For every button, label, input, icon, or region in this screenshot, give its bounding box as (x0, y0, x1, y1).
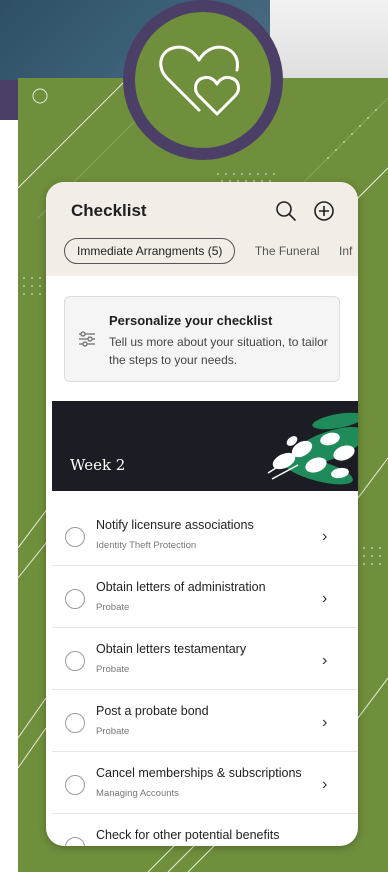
week-label: Week 2 (70, 456, 126, 474)
chevron-right-icon: › (322, 776, 328, 793)
list-item[interactable]: Post a probate bond Probate › (52, 690, 358, 752)
item-title: Obtain letters testamentary (96, 642, 247, 656)
checkbox[interactable] (65, 651, 85, 671)
sliders-icon (77, 330, 97, 353)
flowers-illustration (267, 412, 358, 485)
badge-inner (135, 12, 271, 148)
tab-the-funeral[interactable]: The Funeral (255, 239, 320, 263)
list-item[interactable]: Cancel memberships & subscriptions Manag… (52, 752, 358, 814)
item-title: Notify licensure associations (96, 518, 254, 532)
item-category: Probate (96, 602, 130, 613)
search-icon (276, 201, 296, 221)
checkbox[interactable] (65, 775, 85, 795)
app-badge (123, 0, 283, 160)
item-category: Probate (96, 664, 130, 675)
search-button[interactable] (274, 199, 298, 223)
header: Checklist Immediate Arrangments (5) The … (46, 182, 358, 276)
list-item[interactable]: Notify licensure associations Identity T… (52, 504, 358, 566)
personalize-description: Tell us more about your situation, to ta… (109, 335, 328, 367)
item-title: Post a probate bond (96, 704, 209, 718)
chevron-right-icon: › (322, 590, 328, 607)
item-category: Identity Theft Protection (96, 540, 197, 551)
item-title: Cancel memberships & subscriptions (96, 766, 302, 780)
checkbox[interactable] (65, 589, 85, 609)
item-title: Obtain letters of administration (96, 580, 266, 594)
tab-immediate-arrangements[interactable]: Immediate Arrangments (5) (64, 238, 236, 264)
item-category: Probate (96, 726, 130, 737)
list-item[interactable]: Obtain letters of administration Probate… (52, 566, 358, 628)
item-title: Check for other potential benefits (96, 828, 280, 842)
tab-bar: Immediate Arrangments (5) The Funeral In… (64, 238, 358, 264)
item-category: Managing Accounts (96, 788, 179, 799)
personalize-title: Personalize your checklist (109, 313, 273, 328)
checkbox[interactable] (65, 527, 85, 547)
checklist-items: Notify licensure associations Identity T… (52, 504, 358, 846)
page-title: Checklist (71, 201, 147, 220)
chevron-right-icon: › (322, 652, 328, 669)
checkbox[interactable] (65, 713, 85, 733)
checkbox[interactable] (65, 837, 85, 846)
chevron-right-icon: › (322, 714, 328, 731)
list-item[interactable]: Obtain letters testamentary Probate › (52, 628, 358, 690)
plus-circle-icon (314, 201, 334, 221)
list-item[interactable]: Check for other potential benefits (52, 814, 358, 846)
tab-truncated[interactable]: Inf (339, 239, 352, 263)
checklist-screen: Checklist Immediate Arrangments (5) The … (46, 182, 358, 846)
hearts-icon (159, 45, 240, 116)
add-button[interactable] (312, 199, 336, 223)
personalize-card[interactable]: Personalize your checklist Tell us more … (64, 296, 340, 382)
week-banner: Week 2 (52, 401, 358, 491)
chevron-right-icon: › (322, 528, 328, 545)
